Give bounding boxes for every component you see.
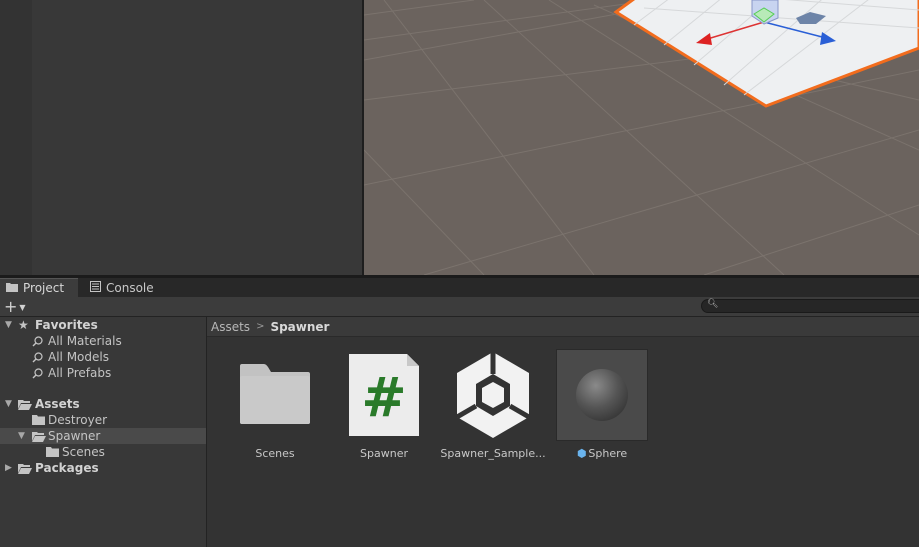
tree-item-label: Spawner xyxy=(48,429,101,443)
tree-item-scenes[interactable]: Scenes xyxy=(0,444,206,460)
tab-console[interactable]: Console xyxy=(84,278,178,297)
tree-favorites-label: Favorites xyxy=(35,318,98,332)
tree-item-label: All Models xyxy=(48,350,109,364)
folder-tree: ▼ ★ Favorites All Materials All Models A… xyxy=(0,317,206,547)
project-toolbar: + ▼ 🔍︎ xyxy=(0,297,919,317)
folder-icon xyxy=(6,281,18,295)
tree-item-favorites[interactable]: ▼ ★ Favorites xyxy=(0,317,206,333)
tree-item-destroyer[interactable]: Destroyer xyxy=(0,412,206,428)
collapse-triangle-icon[interactable]: ▶ xyxy=(5,463,12,473)
folder-icon xyxy=(18,463,32,474)
scene-view[interactable] xyxy=(364,0,919,275)
chevron-down-icon: ▼ xyxy=(19,303,26,312)
tree-item-label: All Prefabs xyxy=(48,366,112,380)
tab-console-label: Console xyxy=(106,280,154,295)
folder-open-icon xyxy=(32,431,46,442)
tree-item-label: Destroyer xyxy=(48,413,108,427)
asset-item-scenes[interactable]: Scenes xyxy=(207,349,317,460)
console-icon xyxy=(90,280,101,295)
search-input[interactable]: 🔍︎ xyxy=(701,299,919,313)
tab-project-label: Project xyxy=(23,281,65,295)
tree-item-spawner[interactable]: ▼ Spawner xyxy=(0,428,206,444)
tree-item-all-prefabs[interactable]: All Prefabs xyxy=(0,365,206,381)
tree-item-assets[interactable]: ▼ Assets xyxy=(0,396,206,412)
tree-item-packages[interactable]: ▶ Packages xyxy=(0,460,206,476)
search-icon xyxy=(32,335,43,347)
unity-scene-icon xyxy=(447,349,539,441)
search-icon xyxy=(32,351,43,363)
tree-packages-label: Packages xyxy=(35,461,99,475)
folder-icon xyxy=(229,349,321,441)
sphere-prefab-icon xyxy=(556,349,648,441)
asset-item-sphere[interactable]: ⬢ Sphere xyxy=(534,349,648,460)
tree-item-label: All Materials xyxy=(48,334,122,348)
svg-text:#: # xyxy=(361,366,406,429)
asset-item-spawner[interactable]: # Spawner xyxy=(316,349,426,460)
asset-browser: Assets > Spawner Scenes # Spawner Spawne… xyxy=(207,317,919,547)
breadcrumb: Assets > Spawner xyxy=(207,317,919,337)
csharp-script-icon: # xyxy=(338,349,430,441)
breadcrumb-root[interactable]: Assets xyxy=(211,320,250,334)
prefab-cube-icon: ⬢ xyxy=(576,447,587,460)
folder-open-icon xyxy=(18,399,32,410)
tree-item-label: Scenes xyxy=(62,445,105,459)
folder-icon xyxy=(46,447,59,457)
plus-icon: + xyxy=(4,297,18,316)
expand-triangle-icon[interactable]: ▼ xyxy=(18,431,25,441)
asset-name-row: ⬢ Sphere xyxy=(534,447,670,460)
breadcrumb-current[interactable]: Spawner xyxy=(270,320,329,334)
expand-triangle-icon[interactable]: ▼ xyxy=(5,399,12,409)
tree-assets-label: Assets xyxy=(35,397,80,411)
scene-grid xyxy=(364,0,919,275)
expand-triangle-icon[interactable]: ▼ xyxy=(5,320,12,330)
tree-item-all-models[interactable]: All Models xyxy=(0,349,206,365)
star-icon: ★ xyxy=(18,318,29,332)
search-icon xyxy=(32,367,43,379)
hierarchy-gutter xyxy=(0,0,32,275)
hierarchy-panel xyxy=(0,0,362,275)
asset-name: Sphere xyxy=(588,447,628,460)
folder-icon xyxy=(32,415,45,425)
asset-item-spawner-sample-scene[interactable]: Spawner_Sample... xyxy=(425,349,546,460)
bottom-tab-bar: Project Console xyxy=(0,278,919,297)
tab-project[interactable]: Project xyxy=(0,278,78,297)
tree-item-all-materials[interactable]: All Materials xyxy=(0,333,206,349)
add-asset-button[interactable]: + ▼ xyxy=(4,297,26,316)
chevron-right-icon: > xyxy=(256,321,265,332)
search-icon: 🔍︎ xyxy=(707,299,719,309)
